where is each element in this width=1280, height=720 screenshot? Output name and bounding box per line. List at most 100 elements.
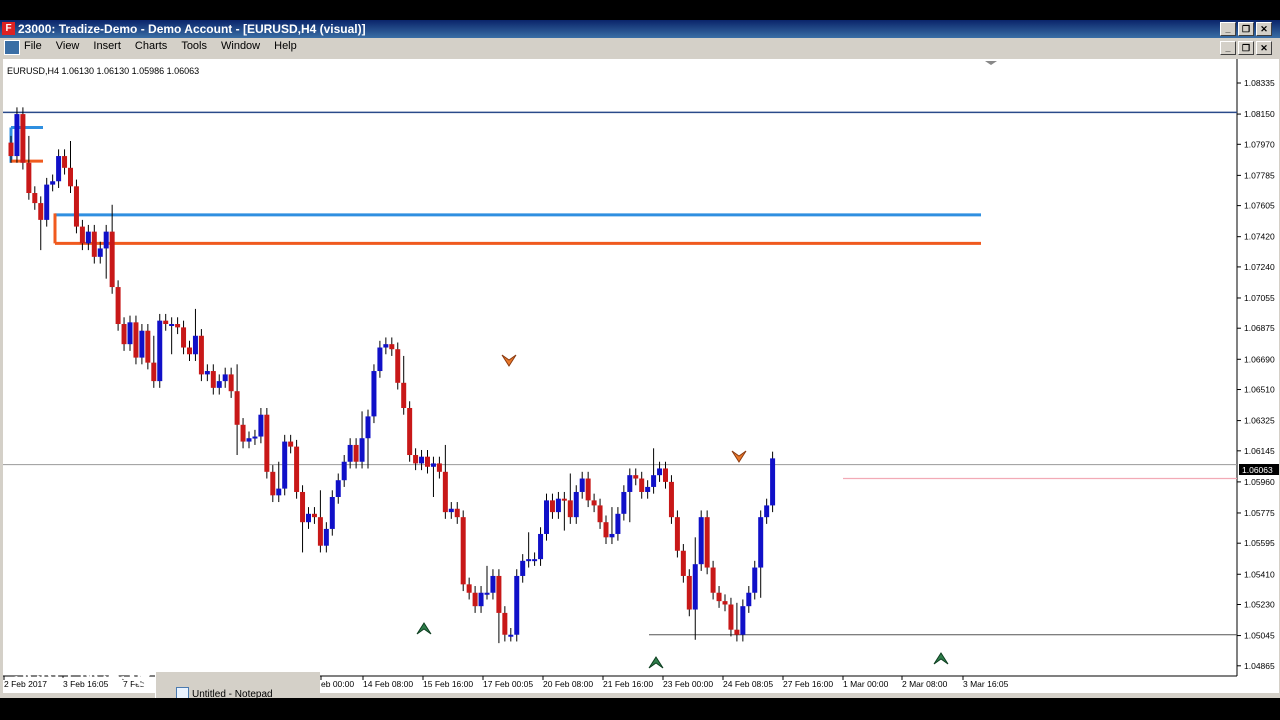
candle-body [306, 513, 311, 523]
chart-window-icon[interactable] [4, 40, 20, 55]
restore-icon[interactable]: ❐ [1238, 22, 1254, 36]
candle-body [109, 231, 115, 288]
candle-body [425, 456, 430, 467]
candle-body [228, 374, 234, 392]
candle-body [615, 513, 621, 534]
candle-body [448, 508, 454, 513]
candle-body [44, 184, 50, 220]
candle-body [151, 362, 157, 382]
candle-body [395, 349, 401, 383]
current-price-tag: 1.06063 [1239, 464, 1279, 475]
candle-body [419, 456, 425, 464]
menu-tools[interactable]: Tools [181, 40, 207, 52]
candle-body [294, 446, 300, 492]
candle-body [597, 505, 603, 523]
menu-help[interactable]: Help [274, 40, 297, 52]
candle-body [401, 382, 407, 408]
buy-arrow-icon [416, 622, 432, 635]
candle-body [466, 584, 472, 593]
child-minimize-icon[interactable]: _ [1220, 41, 1236, 55]
candle-body [532, 559, 538, 562]
close-icon[interactable]: ✕ [1256, 22, 1272, 36]
candle-body [91, 231, 97, 257]
candle-body [222, 374, 228, 382]
candle-body [335, 480, 341, 498]
candle-body [609, 533, 615, 538]
time-tick-label: 27 Feb 16:00 [783, 679, 833, 689]
candle-body [14, 114, 20, 157]
time-tick-label: 3 Mar 16:05 [963, 679, 1009, 689]
candle-body [496, 575, 502, 613]
candle-body [746, 592, 752, 607]
candle-body [97, 248, 103, 257]
candle-body [734, 629, 740, 635]
menu-window[interactable]: Window [221, 40, 260, 52]
chart-canvas[interactable]: EURUSD,H4 1.06130 1.06130 1.05986 1.0606… [3, 59, 1279, 693]
taskbar-notepad[interactable]: Untitled - Notepad [155, 671, 320, 700]
price-tick-label: 1.08335 [1244, 78, 1275, 88]
price-tick-label: 1.05775 [1244, 508, 1275, 518]
candle-body [323, 528, 329, 546]
candle-body [728, 604, 734, 630]
candle-body [639, 478, 645, 492]
candle-body [538, 533, 544, 560]
candle-body [121, 324, 127, 345]
candle-body [722, 601, 728, 605]
price-chart[interactable]: EURUSD,H4 1.06130 1.06130 1.05986 1.0606… [3, 59, 1279, 693]
menu-insert[interactable]: Insert [93, 40, 121, 52]
candle-body [740, 606, 746, 635]
window-title: 23000: Tradize-Demo - Demo Account - [EU… [18, 22, 366, 36]
menu-file[interactable]: File [24, 40, 42, 52]
candle-body [389, 344, 395, 350]
menu-view[interactable]: View [56, 40, 80, 52]
minimize-icon[interactable]: _ [1220, 22, 1236, 36]
candle-body [627, 475, 633, 492]
price-tick-label: 1.06145 [1244, 446, 1275, 456]
candle-body [216, 381, 222, 388]
price-tick-label: 1.08150 [1244, 109, 1275, 119]
price-tick-label: 1.07785 [1244, 170, 1275, 180]
candle-body [145, 330, 151, 363]
candle-body [508, 634, 514, 637]
time-tick-label: 17 Feb 00:05 [483, 679, 533, 689]
candle-body [365, 416, 371, 439]
candle-body [454, 508, 460, 518]
candle-body [460, 517, 466, 585]
candle-body [549, 500, 555, 513]
candle-body [680, 550, 686, 576]
price-tick-label: 1.07605 [1244, 201, 1275, 211]
child-restore-icon[interactable]: ❐ [1238, 41, 1254, 55]
candle-body [50, 181, 56, 185]
price-axis: 1.08335 1.08150 1.07970 1.07785 1.07605 1.074… [1237, 78, 1275, 671]
candle-body [645, 486, 651, 492]
current-price-label: 1.06063 [1242, 465, 1273, 475]
candle-body [663, 468, 668, 482]
price-tick-label: 1.06325 [1244, 416, 1275, 426]
candle-body [258, 414, 264, 437]
candle-body [704, 517, 710, 568]
shift-marker-icon[interactable] [985, 61, 997, 65]
candle-body [198, 335, 204, 375]
buy-arrow-icon [648, 656, 664, 669]
time-tick-label: 20 Feb 08:00 [543, 679, 593, 689]
menu-charts[interactable]: Charts [135, 40, 167, 52]
app-icon: F [2, 22, 15, 35]
time-tick-label: 14 Feb 08:00 [363, 679, 413, 689]
price-tick-label: 1.07970 [1244, 139, 1275, 149]
candle-body [359, 438, 365, 462]
level-lines [3, 111, 1237, 636]
candle-body [8, 142, 14, 157]
candle-body [181, 327, 187, 348]
signals [416, 354, 949, 669]
price-tick-label: 1.05595 [1244, 538, 1275, 548]
candle-body [430, 463, 436, 467]
child-close-icon[interactable]: ✕ [1256, 41, 1272, 55]
sell-arrow-icon [731, 450, 747, 463]
price-tick-label: 1.05960 [1244, 477, 1275, 487]
candle-body [347, 444, 353, 462]
candle-body [657, 468, 663, 476]
candle-body [85, 231, 91, 244]
candle-body [716, 592, 722, 602]
candle-body [692, 564, 698, 610]
candle-body [341, 461, 347, 481]
